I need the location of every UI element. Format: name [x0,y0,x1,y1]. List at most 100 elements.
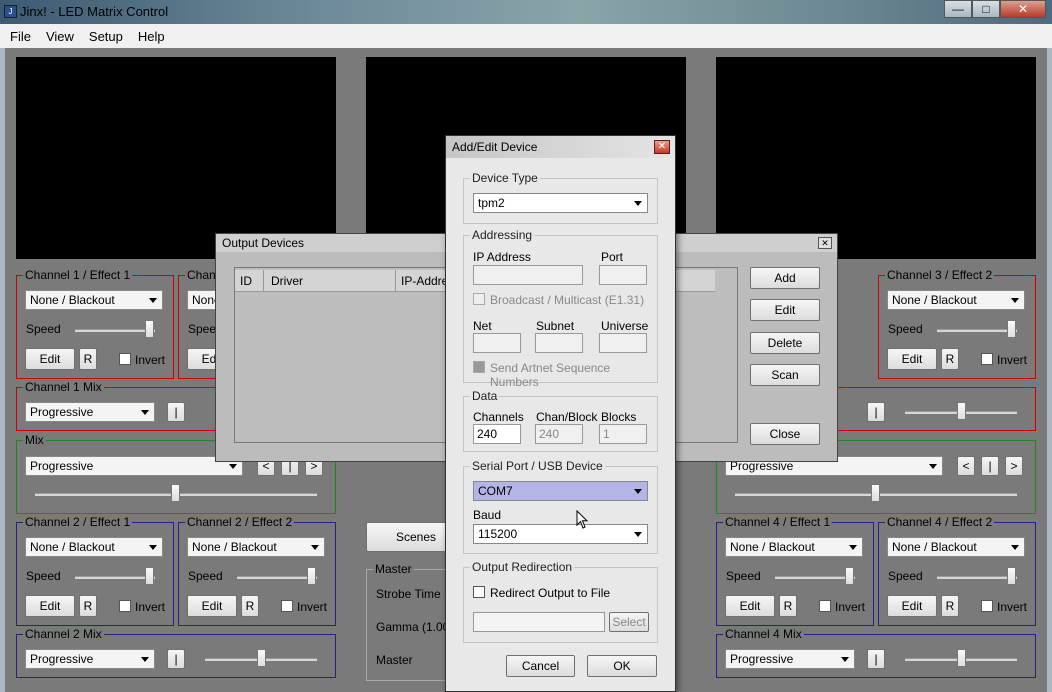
device-type-select[interactable]: tpm2 [473,193,648,213]
column-divider [395,270,396,292]
invert-checkbox[interactable] [281,600,293,612]
delete-button[interactable]: Delete [750,332,820,354]
speed-slider[interactable] [237,576,317,579]
dialog-titlebar[interactable]: Add/Edit Device [446,136,675,158]
mix-mode-select[interactable]: Progressive [25,456,243,476]
speed-slider[interactable] [937,576,1017,579]
column-driver[interactable]: Driver [271,274,303,288]
speed-slider[interactable] [937,329,1017,332]
menu-help[interactable]: Help [128,24,170,44]
mix-mode-select[interactable]: Progressive [725,649,855,669]
net-input[interactable] [473,333,521,353]
effect-select[interactable]: None / Blackout [187,537,325,557]
gamma-label: Gamma (1.00) [376,620,454,634]
ip-address-input[interactable] [473,265,583,285]
chan-block-input[interactable]: 240 [535,424,583,444]
speed-slider-thumb[interactable] [1007,320,1016,338]
output-redirection-group: Output Redirection Redirect Output to Fi… [463,560,658,643]
channels-input[interactable]: 240 [473,424,521,444]
mix-center-button[interactable]: | [867,402,885,422]
ok-button[interactable]: OK [587,655,657,677]
group-label: Master [373,562,414,576]
speed-slider[interactable] [775,576,855,579]
speed-slider-thumb[interactable] [145,320,154,338]
reset-button[interactable]: R [79,595,97,617]
edit-button[interactable]: Edit [887,595,937,617]
reset-button[interactable]: R [941,348,959,370]
invert-label: Invert [297,600,328,614]
blocks-input[interactable]: 1 [599,424,647,444]
edit-button[interactable]: Edit [187,595,237,617]
mix-mode-select[interactable]: Progressive [25,402,155,422]
edit-button[interactable]: Edit [750,299,820,321]
add-button[interactable]: Add [750,267,820,289]
redirect-file-path-input[interactable] [473,612,605,632]
invert-checkbox[interactable] [819,600,831,612]
scan-button[interactable]: Scan [750,364,820,386]
effect-select[interactable]: None / Blackout [725,537,863,557]
close-icon[interactable]: ✕ [654,140,670,154]
mix-mode-select[interactable]: Progressive [25,649,155,669]
universe-input[interactable] [599,333,647,353]
artnet-sequence-checkbox[interactable] [473,361,485,373]
mix-center-button[interactable]: | [167,649,185,669]
mix-slider-thumb[interactable] [171,484,180,502]
title-bar[interactable]: J Jinx! - LED Matrix Control — □ ✕ [0,0,1052,24]
invert-checkbox[interactable] [981,353,993,365]
mix-center-button[interactable]: | [867,649,885,669]
speed-slider-thumb[interactable] [845,567,854,585]
menu-file[interactable]: File [0,24,36,44]
channel2-mix-group: Channel 2 Mix Progressive | [16,627,336,678]
invert-checkbox[interactable] [981,600,993,612]
reset-button[interactable]: R [779,595,797,617]
speed-slider[interactable] [75,329,155,332]
reset-button[interactable]: R [241,595,259,617]
mix-slider-thumb[interactable] [957,402,966,420]
baud-select[interactable]: 115200 [473,524,648,544]
edit-button[interactable]: Edit [887,348,937,370]
cancel-button[interactable]: Cancel [506,655,575,677]
minimize-button[interactable]: — [944,0,972,18]
broadcast-checkbox[interactable] [473,293,485,305]
maximize-button[interactable]: □ [972,0,1000,18]
effect-select[interactable]: None / Blackout [887,537,1025,557]
mix-center-button[interactable]: | [167,402,185,422]
mix-slider-thumb[interactable] [871,484,880,502]
reset-button[interactable]: R [941,595,959,617]
effect-select[interactable]: None / Blackout [887,290,1025,310]
menu-view[interactable]: View [36,24,79,44]
edit-button[interactable]: Edit [25,348,75,370]
speed-slider[interactable] [75,576,155,579]
select-file-button[interactable]: Select [609,612,649,632]
close-icon[interactable]: ✕ [818,237,832,249]
invert-checkbox[interactable] [119,600,131,612]
reset-button[interactable]: R [79,348,97,370]
edit-button[interactable]: Edit [725,595,775,617]
universe-label: Universe [601,319,649,333]
ip-address-label: IP Address [473,250,531,264]
mix-prev-button[interactable]: < [957,456,975,476]
menu-setup[interactable]: Setup [79,24,128,44]
device-type-group: Device Type tpm2 [463,171,658,224]
invert-label: Invert [135,600,166,614]
speed-slider-thumb[interactable] [307,567,316,585]
mix-slider-thumb[interactable] [957,649,966,667]
mix-slider-thumb[interactable] [257,649,266,667]
redirect-to-file-checkbox[interactable] [473,586,485,598]
invert-checkbox[interactable] [119,353,131,365]
close-button[interactable]: Close [750,423,820,445]
close-button[interactable]: ✕ [1000,0,1046,18]
effect-select[interactable]: None / Blackout [25,537,163,557]
group-label: Channel 2 Mix [23,627,104,641]
port-input[interactable] [599,265,647,285]
subnet-input[interactable] [535,333,583,353]
edit-button[interactable]: Edit [25,595,75,617]
serial-port-select[interactable]: COM7 [473,481,648,501]
effect-select[interactable]: None / Blackout [25,290,163,310]
column-id[interactable]: ID [240,274,252,288]
mix-next-button[interactable]: > [1005,456,1023,476]
dialog-title: Add/Edit Device [452,140,538,154]
mix-center-button[interactable]: | [981,456,999,476]
speed-slider-thumb[interactable] [145,567,154,585]
speed-slider-thumb[interactable] [1007,567,1016,585]
